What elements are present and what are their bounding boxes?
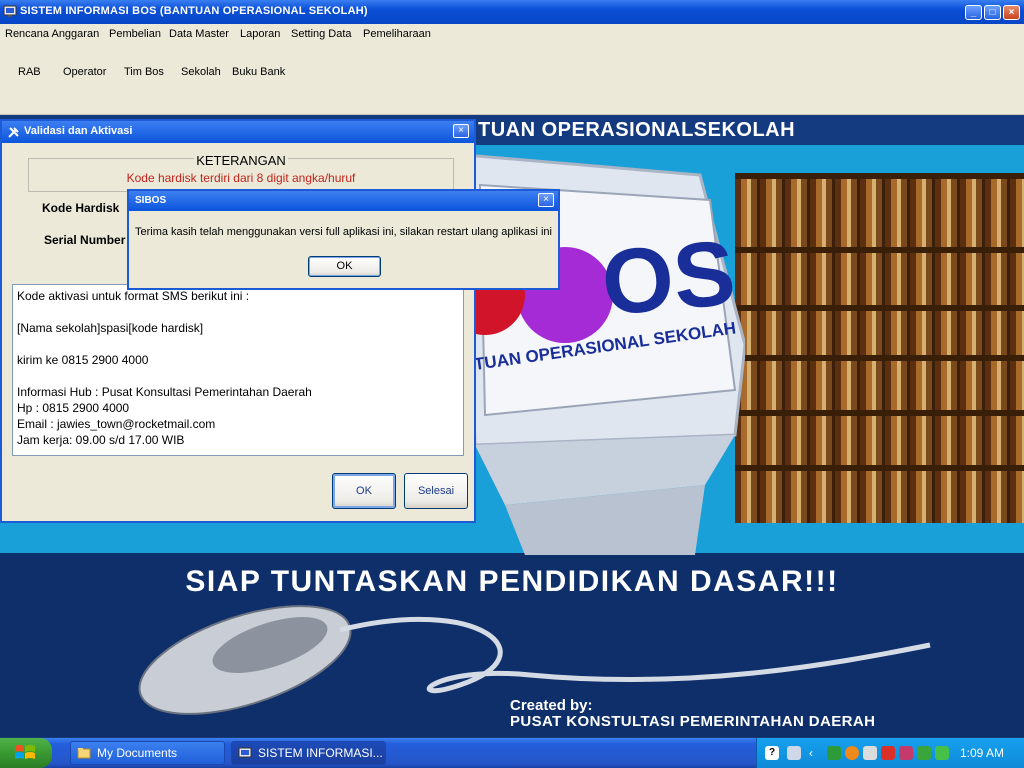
menu-data-master[interactable]: Data Master (169, 28, 229, 40)
menu-rencana-anggaran[interactable]: Rencana Anggaran (5, 28, 99, 40)
folder-icon (77, 748, 91, 759)
menu-pembelian[interactable]: Pembelian (109, 28, 161, 40)
app-icon (3, 5, 17, 17)
shelf-board (735, 355, 1024, 361)
sibos-message: Terima kasih telah menggunakan versi ful… (135, 226, 552, 238)
toolbar-buku-bank[interactable]: Buku Bank (232, 66, 285, 78)
close-button[interactable]: × (1003, 5, 1020, 20)
chevron-left-icon[interactable]: ‹ (809, 746, 823, 760)
kode-hardisk-label: Kode Hardisk (42, 201, 120, 215)
info-textbox[interactable]: Kode aktivasi untuk format SMS berikut i… (12, 284, 464, 456)
validasi-close-button[interactable]: × (453, 124, 469, 138)
help-icon[interactable]: ? (765, 746, 779, 760)
shelf-board (735, 305, 1024, 311)
task-sistem-informasi[interactable]: SISTEM INFORMASI... (231, 741, 386, 765)
shield-icon[interactable] (827, 746, 841, 760)
taskbar: My Documents SISTEM INFORMASI... ? ‹ 1:0… (0, 738, 1024, 768)
sibos-close-button[interactable]: × (538, 193, 554, 207)
tools-icon (8, 127, 19, 138)
antivirus-icon[interactable] (899, 746, 913, 760)
task-label: My Documents (97, 746, 178, 760)
menu-bar: Rencana Anggaran Pembelian Data Master L… (0, 24, 1024, 44)
slogan-text: SIAP TUNTASKAN PENDIDIKAN DASAR!!! (185, 565, 839, 598)
keterangan-text: Kode hardisk terdiri dari 8 digit angka/… (126, 171, 356, 185)
toolbar-operator[interactable]: Operator (63, 66, 106, 78)
menu-laporan[interactable]: Laporan (240, 28, 280, 40)
app-icon (238, 747, 252, 758)
minimize-button[interactable]: _ (965, 5, 982, 20)
toolbar-rab[interactable]: RAB (18, 66, 41, 78)
main-window-titlebar[interactable]: SISTEM INFORMASI BOS (BANTUAN OPERASIONA… (0, 0, 1024, 24)
connection-icon[interactable] (935, 746, 949, 760)
start-button[interactable] (0, 738, 52, 768)
created-by-label: Created by: (510, 697, 593, 714)
toolbar: RAB Operator Tim Bos Sekolah Buku Bank (0, 44, 1024, 115)
maximize-button[interactable]: □ (984, 5, 1001, 20)
shelf-board (735, 247, 1024, 253)
validasi-title: Validasi dan Aktivasi (24, 125, 133, 137)
task-label: SISTEM INFORMASI... (258, 746, 383, 760)
toolbar-tim-bos[interactable]: Tim Bos (124, 66, 164, 78)
toolbar-sekolah[interactable]: Sekolah (181, 66, 221, 78)
warning-icon[interactable] (917, 746, 931, 760)
sibos-titlebar[interactable]: SIBOS × (129, 191, 558, 211)
main-window-title: SISTEM INFORMASI BOS (BANTUAN OPERASIONA… (20, 5, 368, 17)
serial-number-label: Serial Number (44, 233, 126, 247)
sibos-title: SIBOS (135, 195, 167, 206)
validasi-titlebar[interactable]: Validasi dan Aktivasi × (2, 121, 474, 143)
sibos-ok-button[interactable]: OK (308, 256, 381, 277)
validasi-ok-button[interactable]: OK (332, 473, 396, 509)
taskbar-clock: 1:09 AM (960, 746, 1005, 760)
validasi-dialog: Validasi dan Aktivasi × KETERANGAN Kode … (0, 119, 476, 523)
printer-icon[interactable] (863, 746, 877, 760)
shelf-board (735, 465, 1024, 471)
creator-name: PUSAT KONSTULTASI PEMERINTAHAN DAERAH (510, 713, 876, 730)
keterangan-title: KETERANGAN (194, 153, 288, 168)
update-icon[interactable] (845, 746, 859, 760)
task-my-documents[interactable]: My Documents (70, 741, 225, 765)
shelf-board (735, 410, 1024, 416)
selesai-button[interactable]: Selesai (404, 473, 468, 509)
shelf-board (735, 173, 1024, 179)
keterangan-groupbox: KETERANGAN Kode hardisk terdiri dari 8 d… (28, 153, 454, 192)
banner-title: TUAN OPERASIONALSEKOLAH (478, 119, 796, 141)
security-alert-icon[interactable] (881, 746, 895, 760)
network-icon[interactable] (787, 746, 801, 760)
screen-logo: OS (598, 222, 739, 335)
menu-setting-data[interactable]: Setting Data (291, 28, 352, 40)
menu-pemeliharaan[interactable]: Pemeliharaan (363, 28, 431, 40)
sibos-dialog: SIBOS × Terima kasih telah menggunakan v… (127, 189, 560, 290)
windows-logo-icon (15, 745, 35, 759)
